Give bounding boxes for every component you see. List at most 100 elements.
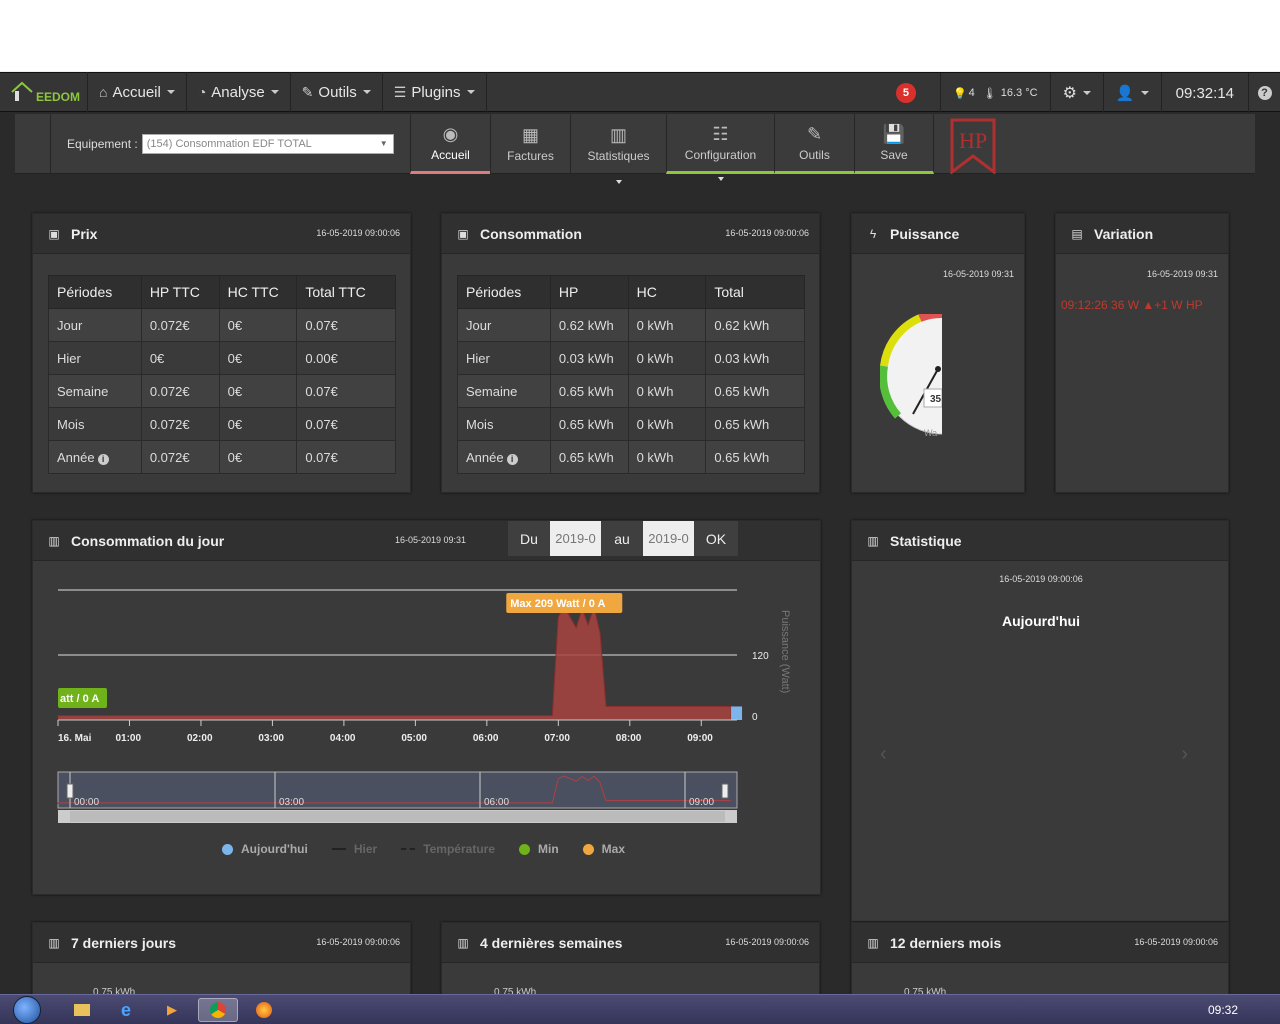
date-from-input[interactable]: 2019-0 — [550, 521, 601, 556]
statistique-title: Statistique — [890, 532, 962, 549]
consommation-table: Périodes HP HC Total Jour 0.62 kWh 0 kWh 0.62 k… — [457, 275, 805, 474]
table-cell: 0€ — [218, 440, 298, 474]
series-area-aujourdhui — [57, 604, 732, 721]
legend-temperature[interactable]: Température — [401, 842, 495, 856]
day-consumption-chart[interactable]: 16. Mai 01:00 02:00 03:00 04:00 05:00 06:00 07:… — [40, 570, 810, 840]
bar-chart-icon: ▥ — [48, 533, 60, 548]
equipment-select[interactable]: (154) Consommation EDF TOTAL — [141, 134, 394, 154]
cell-text: 0.03 kWh — [558, 350, 614, 366]
table-cell: 0€ — [218, 341, 298, 375]
tab-accueil[interactable]: ◉ Accueil — [410, 114, 490, 174]
cell-text: Hier — [57, 350, 81, 366]
cell-text: 0.072€ — [149, 449, 190, 465]
taskbar-firefox[interactable] — [244, 998, 284, 1022]
tab-factures[interactable]: ▦ Factures — [490, 114, 570, 174]
table-cell: 0.072€ — [140, 407, 220, 441]
taskbar-ie[interactable]: e — [106, 998, 146, 1022]
taskbar-media[interactable]: ▶ — [152, 998, 192, 1022]
gauge-value: 35 — [930, 394, 942, 405]
sensor-summary[interactable]: 💡 4 🌡 16.3 °C — [939, 73, 1050, 113]
tab-statistiques-label: Statistiques — [587, 149, 650, 163]
cell-text: 0.62 kWh — [714, 317, 770, 333]
legend-dot — [222, 843, 233, 855]
prix-table: Périodes HP TTC HC TTC Total TTC Jour 0.072€ 0… — [48, 275, 396, 474]
taskbar-explorer[interactable] — [62, 998, 102, 1022]
puissance-date: 16-05-2019 09:31 — [942, 269, 1014, 279]
tab-outils[interactable]: ✎ Outils — [774, 114, 854, 174]
notification-badge[interactable]: 5 — [895, 83, 916, 103]
table-cell: Année i — [457, 440, 551, 474]
table-row: Semaine 0.072€ 0€ 0.07€ — [48, 374, 396, 408]
date-to-input[interactable]: 2019-0 — [643, 521, 694, 556]
legend-hier[interactable]: Hier — [331, 842, 377, 856]
nav-outils-label: Outils — [318, 83, 357, 101]
table-row: Jour 0.62 kWh 0 kWh 0.62 kWh — [457, 308, 805, 342]
tab-configuration[interactable]: ☷ Configuration — [666, 114, 774, 181]
table-cell: Jour — [457, 308, 551, 342]
y-tick-label: 0 — [752, 712, 758, 723]
user-icon: 👤 — [1115, 85, 1135, 102]
equipment-selector: Equipement : (154) Consommation EDF TOTA… — [50, 114, 394, 174]
thermometer-icon: 🌡 — [982, 87, 997, 100]
nav-plugins[interactable]: ☰ Plugins — [383, 72, 487, 112]
internet-explorer-icon: e — [120, 999, 131, 1020]
plugin-toolbar: Equipement : (154) Consommation EDF TOTA… — [15, 114, 1255, 184]
settings-menu[interactable]: ⚙ — [1049, 73, 1103, 113]
nav-plugins-label: Plugins — [411, 83, 461, 101]
table-row: Mois 0.65 kWh 0 kWh 0.65 kWh — [457, 407, 805, 441]
jeedom-logo[interactable]: EEDOM — [0, 72, 88, 112]
tab-outils-label: Outils — [799, 147, 830, 162]
tab-statistiques[interactable]: ▥ Statistiques — [570, 114, 666, 184]
column-header: HP TTC — [140, 275, 220, 309]
column-header: HC — [627, 275, 707, 309]
tab-save[interactable]: 💾 Save — [854, 114, 934, 174]
nav-outils[interactable]: ✎ Outils — [291, 72, 383, 112]
taskbar-clock[interactable]: 09:32 — [1208, 1003, 1238, 1017]
cell-text: 0.62 kWh — [558, 317, 614, 333]
panel-12-mois-header: ▥ 12 derniers mois 16-05-2019 09:00:06 — [852, 923, 1228, 963]
table-cell: 0.072€ — [140, 374, 220, 408]
nav-analyse[interactable]: ◔ Analyse — [187, 72, 291, 112]
table-cell: 0€ — [140, 341, 220, 375]
info-icon[interactable]: i — [506, 453, 518, 465]
carousel-next-icon[interactable]: › — [1181, 743, 1188, 766]
table-row: Hier 0€ 0€ 0.00€ — [48, 341, 396, 375]
chevron-down-icon — [1140, 91, 1149, 95]
info-icon[interactable]: i — [97, 453, 109, 465]
statistique-date: 16-05-2019 09:00:06 — [999, 574, 1083, 584]
legend-min[interactable]: Min — [519, 842, 559, 856]
max-label: Max 209 Watt / 0 A — [510, 598, 605, 610]
hp-mode-badge: HP — [949, 118, 997, 176]
nav-accueil[interactable]: ⌂ Accueil — [88, 72, 187, 112]
cell-text: Année — [466, 449, 504, 465]
gears-icon: ⚙ — [1062, 85, 1077, 102]
table-row: Hier 0.03 kWh 0 kWh 0.03 kWh — [457, 341, 805, 375]
variation-date: 16-05-2019 09:31 — [1146, 269, 1218, 279]
table-cell: 0.07€ — [296, 407, 396, 441]
user-menu[interactable]: 👤 — [1102, 73, 1161, 113]
gauge-unit: Wa — [924, 428, 937, 438]
temperature-value: 16.3 °C — [1000, 87, 1038, 99]
table-row: Année i 0.072€ 0€ 0.07€ — [48, 440, 396, 474]
variation-entry: 09:12:26 36 W ▲+1 W HP — [1061, 298, 1203, 312]
table-row: Année i 0.65 kWh 0 kWh 0.65 kWh — [457, 440, 805, 474]
help-button[interactable]: ? — [1248, 73, 1280, 113]
cell-text: Jour — [57, 317, 83, 333]
table-cell: 0.65 kWh — [549, 374, 629, 408]
cell-text: 0 kWh — [636, 350, 674, 366]
consommation-panel: ▣ Consommation 16-05-2019 09:00:06 Pério… — [441, 213, 820, 493]
legend-max[interactable]: Max — [582, 842, 625, 856]
taskbar-chrome[interactable] — [198, 998, 238, 1022]
cell-text: 0.03 kWh — [714, 350, 770, 366]
legend-aujourdhui[interactable]: Aujourd'hui — [222, 842, 308, 856]
bar-chart-icon: ▥ — [867, 935, 879, 950]
legend-line — [331, 848, 346, 850]
start-button[interactable] — [8, 995, 46, 1024]
cell-text: 0 kWh — [636, 383, 674, 399]
carousel-prev-icon[interactable]: ‹ — [880, 743, 887, 766]
dashboard-icon: ◉ — [442, 123, 459, 144]
ok-button[interactable]: OK — [694, 521, 738, 556]
x-tick-label: 08:00 — [616, 733, 642, 744]
cell-text: Hier — [466, 350, 490, 366]
navigator-tick-label: 06:00 — [484, 797, 509, 808]
